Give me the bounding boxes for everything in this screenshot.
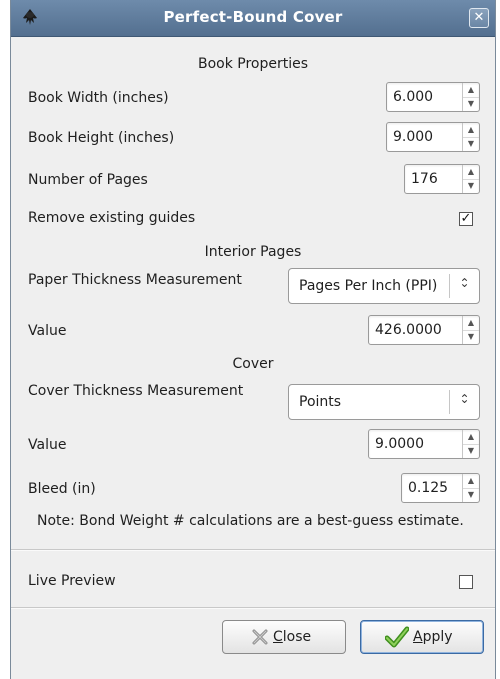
bleed-stepper[interactable]: ▲ ▼ (462, 474, 479, 502)
book-height-spinner[interactable]: 9.000 ▲ ▼ (386, 122, 480, 152)
book-properties-heading: Book Properties (197, 56, 309, 72)
estimate-note: Note: Bond Weight # calculations are a b… (37, 513, 464, 529)
close-button-label: Close (273, 629, 312, 645)
book-height-value[interactable]: 9.000 (393, 129, 433, 145)
close-icon[interactable]: ✕ (469, 8, 489, 28)
live-preview-label: Live Preview (28, 573, 116, 589)
bleed-spinner[interactable]: 0.125 ▲ ▼ (401, 473, 480, 503)
number-of-pages-spinner[interactable]: 176 ▲ ▼ (404, 164, 480, 194)
decrement-arrow-icon[interactable]: ▼ (463, 97, 479, 111)
decrement-arrow-icon[interactable]: ▼ (463, 444, 479, 458)
close-button[interactable]: Close (222, 620, 346, 654)
cover-value-stepper[interactable]: ▲ ▼ (462, 430, 479, 458)
bleed-value[interactable]: 0.125 (408, 480, 448, 496)
book-height-label: Book Height (inches) (28, 130, 175, 146)
increment-arrow-icon[interactable]: ▲ (463, 83, 479, 98)
decrement-arrow-icon[interactable]: ▼ (463, 488, 479, 502)
increment-arrow-icon[interactable]: ▲ (463, 165, 479, 180)
remove-guides-checkbox[interactable]: ✓ (459, 212, 473, 226)
increment-arrow-icon[interactable]: ▲ (463, 474, 479, 489)
title-bar[interactable]: Perfect-Bound Cover ✕ (11, 0, 495, 37)
window-title: Perfect-Bound Cover (163, 8, 343, 26)
cover-thickness-label: Cover Thickness Measurement (28, 383, 244, 399)
paper-thickness-label: Paper Thickness Measurement (28, 272, 242, 288)
checkmark-icon (385, 626, 409, 648)
cover-value-spinner[interactable]: 9.0000 ▲ ▼ (368, 429, 480, 459)
book-height-stepper[interactable]: ▲ ▼ (462, 123, 479, 151)
book-width-stepper[interactable]: ▲ ▼ (462, 83, 479, 111)
cover-value-label: Value (28, 437, 67, 453)
increment-arrow-icon[interactable]: ▲ (463, 316, 479, 331)
live-preview-checkbox[interactable] (459, 575, 473, 589)
decrement-arrow-icon[interactable]: ▼ (463, 137, 479, 151)
cover-thickness-selected: Points (299, 394, 342, 410)
book-width-value[interactable]: 6.000 (393, 89, 433, 105)
dialog-window: Perfect-Bound Cover ✕ Book Properties Bo… (10, 0, 496, 679)
paper-thickness-dropdown[interactable]: Pages Per Inch (PPI) ⌃ ⌄ (288, 268, 480, 304)
apply-button[interactable]: Apply (360, 620, 484, 654)
number-of-pages-label: Number of Pages (28, 172, 148, 188)
chevron-updown-icon[interactable]: ⌃ ⌄ (449, 274, 479, 298)
number-of-pages-stepper[interactable]: ▲ ▼ (462, 165, 479, 193)
decrement-arrow-icon[interactable]: ▼ (463, 179, 479, 193)
increment-arrow-icon[interactable]: ▲ (463, 123, 479, 138)
increment-arrow-icon[interactable]: ▲ (463, 430, 479, 445)
remove-guides-label: Remove existing guides (28, 210, 196, 226)
close-x-icon (252, 629, 268, 645)
chevron-updown-icon[interactable]: ⌃ ⌄ (449, 390, 479, 414)
interior-value-stepper[interactable]: ▲ ▼ (462, 316, 479, 344)
cover-thickness-dropdown[interactable]: Points ⌃ ⌄ (288, 384, 480, 420)
separator (11, 549, 495, 551)
apply-button-label: Apply (413, 629, 453, 645)
book-width-label: Book Width (inches) (28, 90, 169, 106)
decrement-arrow-icon[interactable]: ▼ (463, 330, 479, 344)
separator (11, 607, 495, 609)
interior-value[interactable]: 426.0000 (375, 322, 442, 338)
cover-value[interactable]: 9.0000 (375, 436, 424, 452)
bleed-label: Bleed (in) (28, 481, 96, 497)
book-width-spinner[interactable]: 6.000 ▲ ▼ (386, 82, 480, 112)
interior-value-spinner[interactable]: 426.0000 ▲ ▼ (368, 315, 480, 345)
number-of-pages-value[interactable]: 176 (411, 171, 438, 187)
interior-pages-heading: Interior Pages (204, 244, 302, 260)
paper-thickness-selected: Pages Per Inch (PPI) (299, 278, 438, 294)
cover-heading: Cover (232, 356, 274, 372)
interior-value-label: Value (28, 323, 67, 339)
